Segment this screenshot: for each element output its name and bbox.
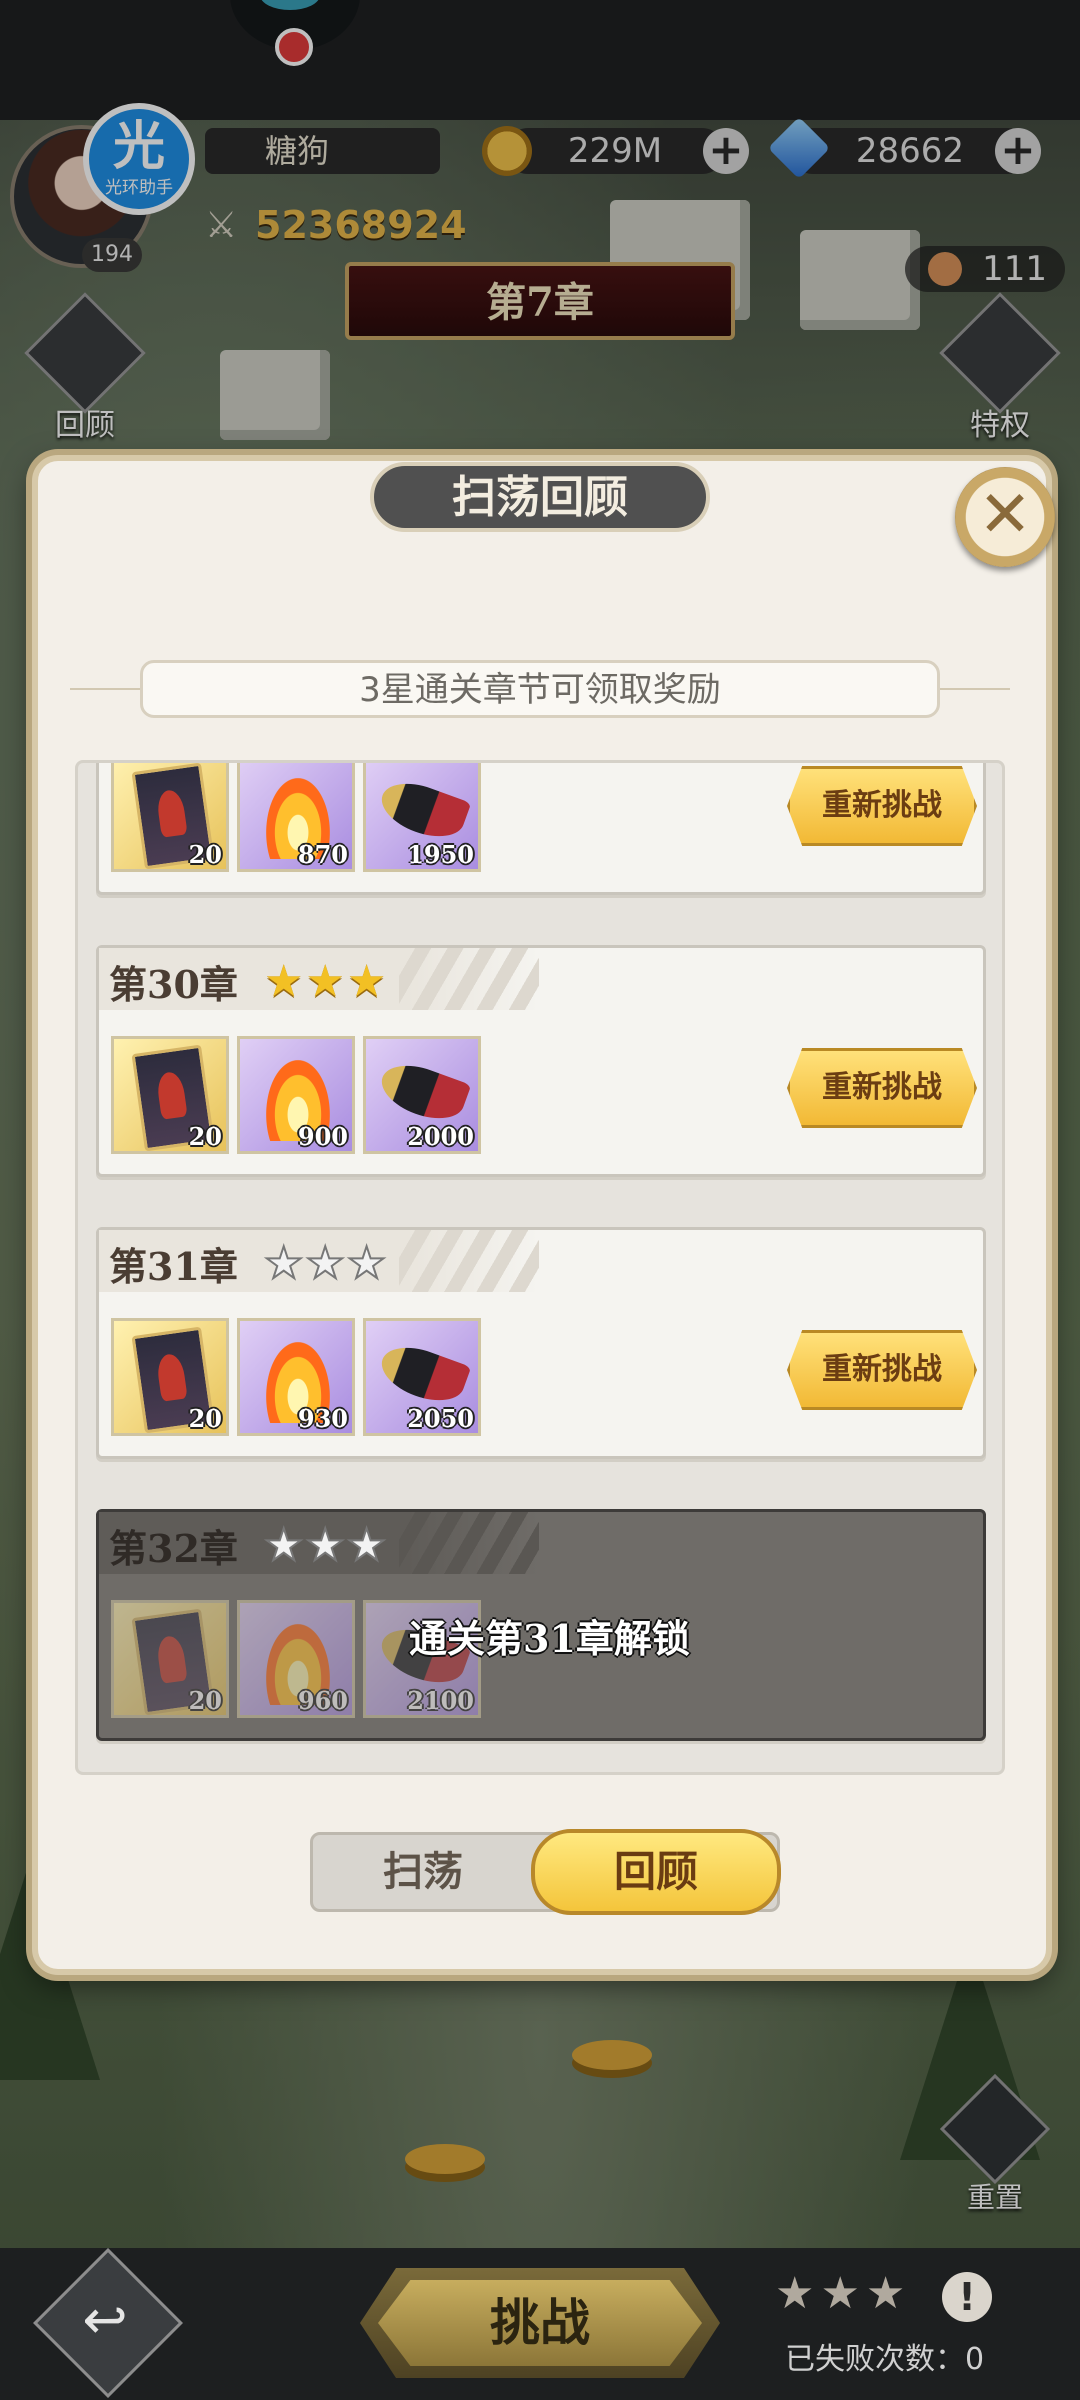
reward-horn-item[interactable]: 2050 <box>363 1318 481 1436</box>
header-stripes <box>399 1512 539 1574</box>
star-icon: ★ <box>865 2268 912 2319</box>
challenge-button[interactable]: 挑战 <box>360 2268 720 2378</box>
star-rating: ★★★ <box>264 956 388 1007</box>
star-icon: ★ <box>775 2268 821 2319</box>
item-count: 2050 <box>407 1404 474 1433</box>
chapter-title: 第32章 <box>109 1526 238 1571</box>
item-count: 900 <box>297 1122 348 1151</box>
close-button[interactable]: ✕ <box>955 467 1055 567</box>
close-icon: ✕ <box>978 478 1032 552</box>
reward-fire-item[interactable]: 900 <box>237 1036 355 1154</box>
reward-card-item[interactable]: 20 <box>111 763 229 872</box>
star-icon: ★ <box>263 1519 306 1572</box>
star-icon: ★ <box>820 2268 866 2319</box>
item-count: 960 <box>297 1686 348 1715</box>
chapter-list[interactable]: 20 870 1950 重新挑战 第30章 ★★★ 20 900 2000 重新… <box>75 760 1005 1775</box>
reward-fire-item[interactable]: 930 <box>237 1318 355 1436</box>
chapter-title: 第31章 <box>109 1244 238 1289</box>
header-stripes <box>399 948 539 1010</box>
retry-button[interactable]: 重新挑战 <box>787 1330 977 1410</box>
star-icon: ★ <box>305 956 347 1007</box>
chapter-card: 第30章 ★★★ 20 900 2000 重新挑战 <box>96 945 986 1177</box>
retry-button[interactable]: 重新挑战 <box>787 1048 977 1128</box>
chapter-card-locked: 第32章 ★★★ 20 960 2100 通关第31章解锁 <box>96 1509 986 1741</box>
header-stripes <box>399 1230 539 1292</box>
star-rating: ★★★ <box>263 1237 389 1290</box>
stage-star-rating: ★★★ <box>775 2268 911 2319</box>
reward-card-item: 20 <box>111 1600 229 1718</box>
reward-card-item[interactable]: 20 <box>111 1318 229 1436</box>
star-icon: ★ <box>304 1519 347 1572</box>
tab-review[interactable]: 回顾 <box>531 1829 781 1915</box>
item-count: 930 <box>297 1404 348 1433</box>
divider <box>70 688 140 690</box>
star-icon: ★ <box>346 956 389 1007</box>
item-count: 2100 <box>407 1686 474 1715</box>
horn-icon <box>374 1337 472 1411</box>
star-icon: ★ <box>263 1237 306 1290</box>
star-rating: ★★★ <box>263 1519 389 1572</box>
reward-horn-item[interactable]: 1950 <box>363 763 481 872</box>
star-icon: ★ <box>346 1519 389 1572</box>
chapter-card: 20 870 1950 重新挑战 <box>96 763 986 895</box>
reward-fire-item: 960 <box>237 1600 355 1718</box>
item-count: 20 <box>188 1686 222 1715</box>
reward-fire-item[interactable]: 870 <box>237 763 355 872</box>
retry-button[interactable]: 重新挑战 <box>787 766 977 846</box>
item-count: 20 <box>188 1404 222 1433</box>
star-icon: ★ <box>264 956 306 1007</box>
chapter-card: 第31章 ★★★ 20 930 2050 重新挑战 <box>96 1227 986 1459</box>
tab-sweep[interactable]: 扫荡 <box>313 1835 533 1909</box>
back-arrow-icon: ↩ <box>82 2288 128 2351</box>
mode-toggle: 扫荡 回顾 <box>310 1829 781 1915</box>
reward-card-item[interactable]: 20 <box>111 1036 229 1154</box>
info-warning-icon[interactable]: ! <box>942 2272 992 2322</box>
item-count: 20 <box>188 1122 222 1151</box>
item-count: 2000 <box>407 1122 474 1151</box>
horn-icon <box>374 1055 472 1129</box>
star-icon: ★ <box>304 1237 347 1290</box>
reward-horn-item[interactable]: 2000 <box>363 1036 481 1154</box>
horn-icon <box>374 773 472 847</box>
divider <box>940 688 1010 690</box>
item-count: 1950 <box>407 840 474 869</box>
item-count: 20 <box>188 840 222 869</box>
dialog-title: 扫荡回顾 <box>370 462 710 532</box>
unlock-requirement: 通关第31章解锁 <box>409 1616 690 1661</box>
item-count: 870 <box>297 840 348 869</box>
reward-hint: 3星通关章节可领取奖励 <box>140 660 940 718</box>
fail-count: 已失败次数：0 <box>785 2342 985 2377</box>
chapter-title: 第30章 <box>109 962 238 1007</box>
star-icon: ★ <box>346 1237 389 1290</box>
